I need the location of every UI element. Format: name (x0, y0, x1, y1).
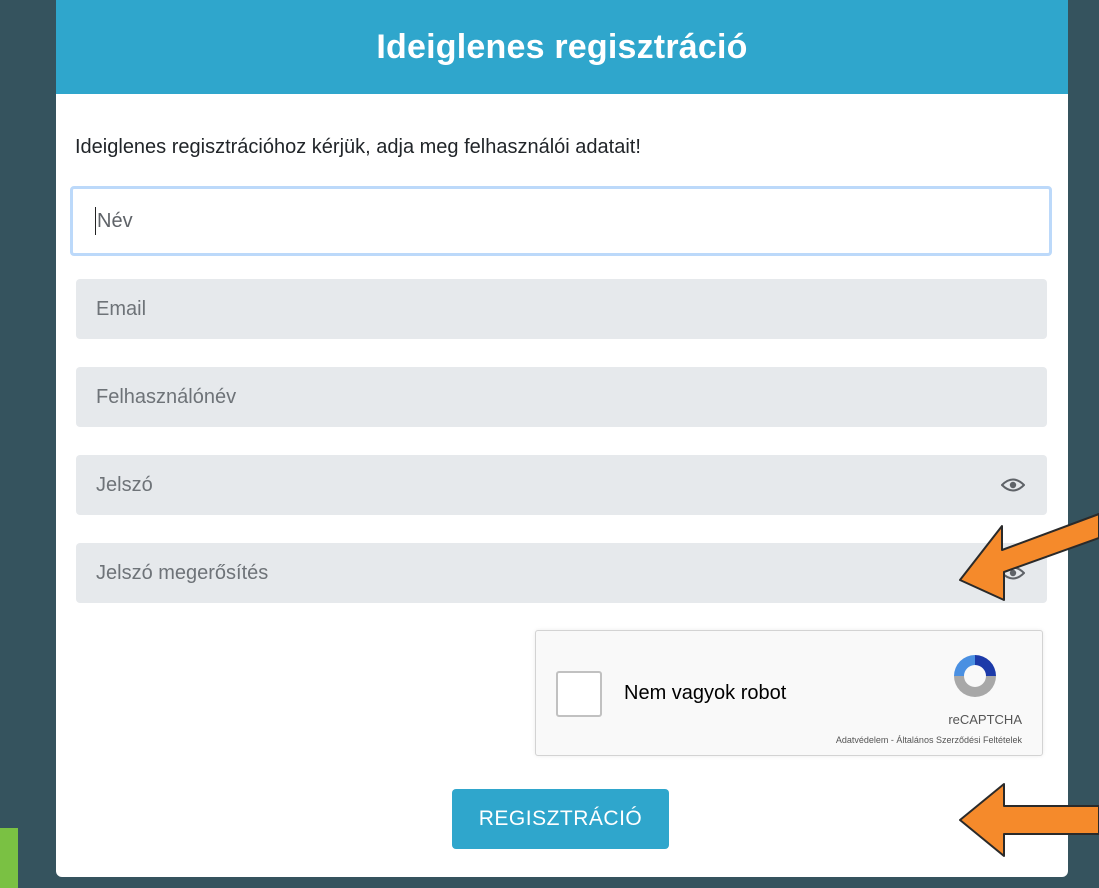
username-input[interactable]: Felhasználónév (76, 367, 1047, 427)
annotation-arrow-icon (959, 783, 1099, 857)
name-input[interactable]: Név (70, 186, 1052, 256)
recaptcha-widget: Nem vagyok robot reCAPTCHA Adatvédelem -… (535, 630, 1043, 756)
email-input[interactable]: Email (76, 279, 1047, 339)
recaptcha-checkbox[interactable] (556, 671, 602, 717)
instruction-text: Ideiglenes regisztrációhoz kérjük, adja … (75, 136, 641, 158)
recaptcha-links[interactable]: Adatvédelem - Általános Szerződési Felté… (836, 735, 1022, 745)
annotation-arrow-icon (959, 513, 1099, 601)
password-confirm-input[interactable]: Jelszó megerősítés (76, 543, 1047, 603)
username-placeholder: Felhasználónév (96, 385, 237, 408)
name-placeholder: Név (97, 209, 133, 232)
registration-card: Ideiglenes regisztráció Ideiglenes regis… (56, 0, 1068, 877)
background-accent (0, 828, 18, 888)
recaptcha-brand: reCAPTCHA (948, 712, 1022, 727)
page-title: Ideiglenes regisztráció (376, 27, 748, 66)
password-confirm-placeholder: Jelszó megerősítés (96, 561, 269, 584)
card-header: Ideiglenes regisztráció (56, 0, 1068, 94)
register-button[interactable]: REGISZTRÁCIÓ (452, 789, 669, 849)
eye-icon[interactable] (1001, 477, 1025, 493)
password-input[interactable]: Jelszó (76, 455, 1047, 515)
recaptcha-label: Nem vagyok robot (624, 682, 787, 704)
password-placeholder: Jelszó (96, 473, 153, 496)
email-placeholder: Email (96, 297, 147, 320)
text-caret (95, 207, 96, 235)
recaptcha-logo-icon (954, 655, 996, 697)
